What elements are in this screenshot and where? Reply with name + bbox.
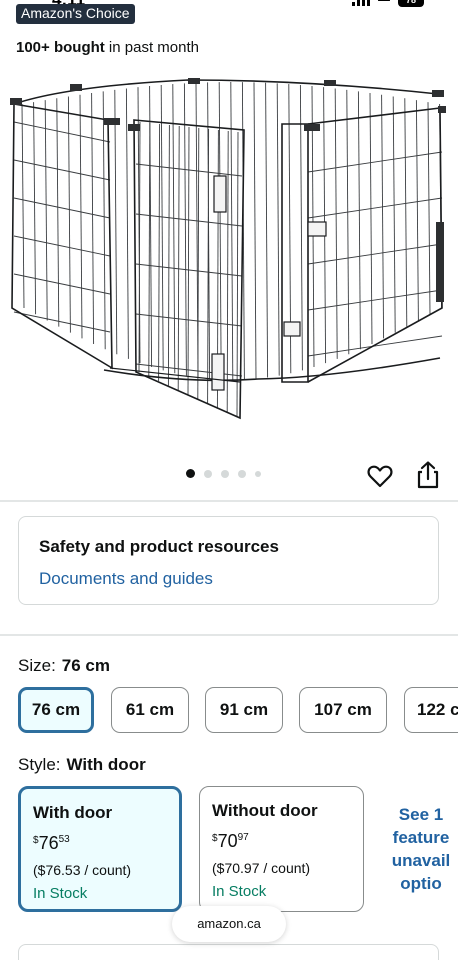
size-options: 76 cm 61 cm 91 cm 107 cm 122 cm [18,687,458,735]
size-option-61cm[interactable]: 61 cm [111,687,189,733]
style-name: With door [33,803,113,822]
amazons-choice-badge: Amazon's Choice [16,4,135,24]
status-icons: 78 [352,0,424,7]
size-label-prefix: Size: [18,656,56,675]
size-option-91cm[interactable]: 91 cm [205,687,283,733]
stock-status: In Stock [212,883,267,900]
safety-resources-card[interactable]: Safety and product resources Documents a… [18,516,439,605]
style-selected-value: With door [66,755,146,774]
price-currency: $ [212,833,218,844]
carousel-dot[interactable] [255,470,261,477]
size-selected-value: 76 cm [61,656,110,675]
unit-price: ($76.53 / count) [33,862,132,878]
size-option-107cm[interactable]: 107 cm [299,687,387,733]
battery-indicator: 78 [398,0,424,7]
unavailable-options-link[interactable]: See 1 feature unavail optio [384,803,458,895]
heart-outline-icon[interactable] [366,462,394,490]
style-price: $7097 [212,831,249,852]
carousel-dot-active[interactable] [186,469,195,478]
next-section-card [18,944,439,960]
browser-url-pill[interactable]: amazon.ca [172,906,286,942]
signal-icon [352,0,370,6]
price-whole: 70 [217,831,238,851]
style-price: $7653 [33,833,70,854]
carousel-dots [186,469,261,478]
style-label-prefix: Style: [18,755,61,774]
section-divider [0,634,458,636]
bought-suffix: in past month [104,39,199,56]
bought-count: 100+ bought [16,39,105,56]
size-option-76cm[interactable]: 76 cm [18,687,94,733]
documents-guides-link[interactable]: Documents and guides [39,569,213,589]
price-fraction: 97 [237,832,249,843]
share-icon[interactable] [414,460,442,490]
price-whole: 76 [38,833,59,853]
wifi-icon [378,0,390,5]
bought-in-past-month: 100+ bought in past month [16,39,199,56]
stock-status: In Stock [33,885,88,902]
style-label: Style: With door [18,755,146,775]
product-image[interactable] [8,72,450,452]
carousel-dot[interactable] [221,469,229,478]
style-name: Without door [212,801,318,820]
price-fraction: 53 [58,834,70,845]
style-option-without-door[interactable]: Without door $7097 ($70.97 / count) In S… [199,786,364,912]
size-option-122cm[interactable]: 122 cm [404,687,458,733]
size-label: Size: 76 cm [18,656,110,676]
carousel-dot[interactable] [204,469,212,478]
unit-price: ($70.97 / count) [212,860,311,876]
safety-title: Safety and product resources [39,537,279,556]
style-option-with-door[interactable]: With door $7653 ($76.53 / count) In Stoc… [18,786,182,912]
price-currency: $ [33,835,39,846]
unavailable-options-text: See 1 feature unavail optio [391,805,451,893]
section-divider [0,500,458,502]
carousel-dot[interactable] [238,469,246,478]
